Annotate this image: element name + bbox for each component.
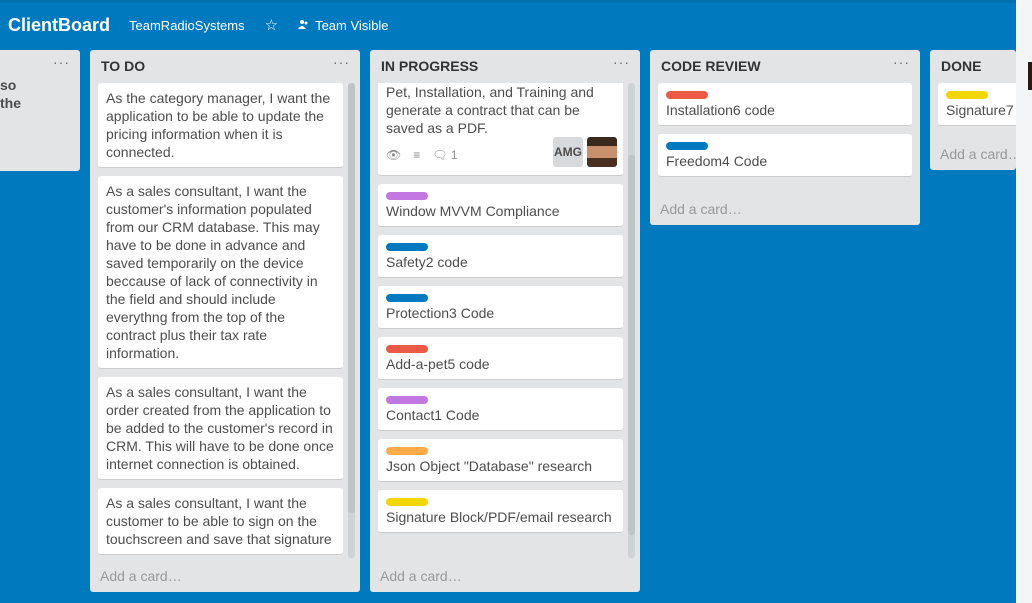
member-initials-avatar[interactable]: AMG bbox=[553, 137, 583, 167]
card-text: As a sales consultant, I want the custom… bbox=[106, 183, 320, 361]
list-header: CODE REVIEW ··· bbox=[650, 50, 920, 80]
comment-badge: 🗨 1 bbox=[432, 146, 457, 164]
card-list: Installation6 code Freedom4 Code bbox=[658, 83, 912, 185]
card-text: As a sales consultant, I want the order … bbox=[106, 384, 334, 472]
card-text-fragment: so bbox=[0, 77, 17, 93]
card[interactable]: Add-a-pet5 code bbox=[378, 337, 623, 380]
comment-icon: 🗨 bbox=[432, 148, 448, 162]
list-scrollbar-thumb[interactable] bbox=[628, 155, 635, 535]
list-todo: TO DO ··· As the category manager, I wan… bbox=[90, 50, 360, 592]
list-menu-icon[interactable]: ··· bbox=[333, 54, 350, 70]
card[interactable]: Safety2 code bbox=[378, 235, 623, 278]
team-link[interactable]: TeamRadioSystems bbox=[129, 18, 245, 33]
card-list: As the category manager, I want the appl… bbox=[98, 83, 343, 558]
card-text: Window MVVM Compliance bbox=[386, 203, 560, 219]
card[interactable]: Contact1 Code bbox=[378, 388, 623, 431]
team-visibility-icon[interactable] bbox=[298, 18, 309, 33]
card[interactable]: Installation6 code bbox=[658, 83, 912, 126]
card-badges: 👁 ≡ 🗨 1 AMG bbox=[386, 137, 617, 167]
star-icon[interactable]: ☆ bbox=[265, 18, 278, 33]
card-label bbox=[666, 142, 708, 150]
list-scrollbar[interactable] bbox=[628, 83, 635, 558]
card-text: As the category manager, I want the appl… bbox=[106, 90, 331, 160]
card-text-fragment: the bbox=[0, 95, 21, 111]
list-title[interactable]: IN PROGRESS bbox=[381, 58, 478, 74]
comment-count: 1 bbox=[450, 148, 458, 162]
add-card-link[interactable]: Add a card… bbox=[940, 146, 1016, 162]
board-header: ClientBoard TeamRadioSystems ☆ Team Visi… bbox=[0, 0, 1016, 50]
list-scrollbar[interactable] bbox=[348, 83, 355, 558]
list-title[interactable]: DONE bbox=[941, 58, 981, 74]
list-menu-icon[interactable]: ··· bbox=[613, 54, 630, 70]
add-card-link[interactable]: Add a card… bbox=[660, 201, 742, 217]
list-header: TO DO ··· bbox=[90, 50, 360, 80]
list-menu-icon[interactable]: ··· bbox=[893, 54, 910, 70]
member-photo-avatar[interactable] bbox=[587, 137, 617, 167]
card-text: Protection3 Code bbox=[386, 305, 495, 321]
list-menu-icon[interactable]: ··· bbox=[53, 54, 70, 70]
card-text: Add-a-pet5 code bbox=[386, 356, 490, 372]
card[interactable]: As a sales consultant, I want the custom… bbox=[98, 176, 343, 369]
card[interactable]: Signature Block/PDF/email research bbox=[378, 490, 623, 533]
people-icon bbox=[298, 19, 308, 29]
card-text: Contact1 Code bbox=[386, 407, 480, 423]
card-text: Signature Block/PDF/email research bbox=[386, 509, 612, 525]
card-label bbox=[386, 498, 428, 506]
card-label bbox=[386, 447, 428, 455]
card-label bbox=[386, 243, 428, 251]
list-title[interactable]: CODE REVIEW bbox=[661, 58, 761, 74]
description-icon: ≡ bbox=[413, 148, 421, 162]
list-previous: ··· so the bbox=[0, 50, 80, 171]
card[interactable]: Protection3 Code bbox=[378, 286, 623, 329]
card-list: Signature7 bbox=[938, 83, 1016, 134]
card-text: Signature7 bbox=[946, 102, 1014, 118]
card[interactable]: As the category manager, I want the appl… bbox=[98, 83, 343, 168]
card[interactable]: Signature7 bbox=[938, 83, 1016, 126]
watch-icon: 👁 bbox=[386, 148, 402, 162]
card-label bbox=[946, 91, 988, 99]
list-header: DONE bbox=[930, 50, 1016, 80]
card-label bbox=[666, 91, 708, 99]
card-label bbox=[386, 345, 428, 353]
card-label bbox=[386, 294, 428, 302]
card[interactable]: Json Object "Database" research bbox=[378, 439, 623, 482]
add-card-link[interactable]: Add a card… bbox=[100, 568, 182, 584]
sidebar-edge bbox=[1016, 0, 1032, 603]
card[interactable]: As a sales consultant, I want the order … bbox=[98, 377, 343, 480]
list-card-fragment[interactable]: so the bbox=[0, 76, 21, 112]
card-label bbox=[386, 396, 428, 404]
card[interactable]: Pet, Installation, and Training and gene… bbox=[378, 83, 623, 176]
card[interactable]: As a sales consultant, I want the custom… bbox=[98, 488, 343, 555]
sidebar-avatar-edge bbox=[1028, 62, 1032, 90]
visibility-label[interactable]: Team Visible bbox=[315, 18, 388, 33]
card[interactable]: Window MVVM Compliance bbox=[378, 184, 623, 227]
board-title[interactable]: ClientBoard bbox=[8, 15, 110, 36]
card-text: Installation6 code bbox=[666, 102, 775, 118]
card[interactable]: Freedom4 Code bbox=[658, 134, 912, 177]
list-header: IN PROGRESS ··· bbox=[370, 50, 640, 80]
card-text: Pet, Installation, and Training and gene… bbox=[386, 84, 594, 136]
card-text: Freedom4 Code bbox=[666, 153, 768, 169]
card-text: Json Object "Database" research bbox=[386, 458, 593, 474]
list-scrollbar-thumb[interactable] bbox=[348, 83, 355, 513]
list-title[interactable]: TO DO bbox=[101, 58, 145, 74]
list-in-progress: IN PROGRESS ··· Pet, Installation, and T… bbox=[370, 50, 640, 592]
list-code-review: CODE REVIEW ··· Installation6 code Freed… bbox=[650, 50, 920, 225]
card-list: Pet, Installation, and Training and gene… bbox=[378, 83, 623, 558]
list-done: DONE Signature7 Add a card… bbox=[930, 50, 1016, 170]
card-text: As a sales consultant, I want the custom… bbox=[106, 495, 332, 547]
card-label bbox=[386, 192, 428, 200]
card-text: Safety2 code bbox=[386, 254, 468, 270]
add-card-link[interactable]: Add a card… bbox=[380, 568, 462, 584]
